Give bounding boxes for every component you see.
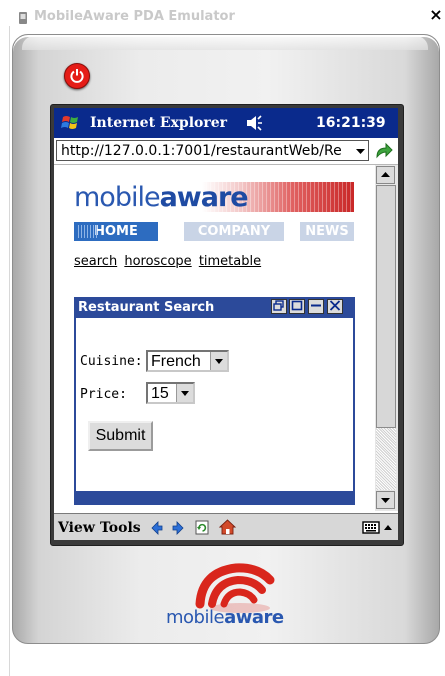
window-title: MobileAware PDA Emulator <box>34 9 235 24</box>
web-content: mobileaware HOME COMPANY NEWS search hor… <box>54 165 374 511</box>
cuisine-label: Cuisine: <box>80 354 143 369</box>
link-horoscope[interactable]: horoscope <box>124 254 191 269</box>
scroll-track[interactable] <box>376 428 396 490</box>
scroll-down-button[interactable] <box>376 491 395 509</box>
portlet-restore-button[interactable] <box>271 299 287 314</box>
scroll-thumb[interactable] <box>376 185 396 428</box>
mobileaware-logo-text: mobileaware <box>166 607 284 628</box>
cuisine-value: French <box>151 353 201 370</box>
portlet-body: Cuisine: French Price: 15 Submit <box>76 318 353 491</box>
brand-regular: mobile <box>74 182 161 213</box>
brand-bold: aware <box>159 182 249 213</box>
address-dropdown-icon[interactable] <box>353 142 368 159</box>
portlet-maximize-button[interactable] <box>289 299 305 314</box>
back-arrow-icon[interactable] <box>150 521 164 535</box>
window-title-bar: MobileAware PDA Emulator × <box>0 0 445 30</box>
nav-dots-graphic <box>78 225 98 238</box>
pda-title-bar: Internet Explorer 16:21:39 <box>54 108 398 138</box>
window-border <box>9 26 10 676</box>
device-highlight <box>22 36 428 50</box>
minimize-icon <box>311 304 321 307</box>
quick-links: search horoscope timetable <box>74 254 264 269</box>
cuisine-select[interactable]: French <box>146 350 229 372</box>
nav-home-label: HOME <box>94 224 138 239</box>
restore-icon <box>273 300 284 311</box>
keyboard-icon[interactable] <box>362 520 380 535</box>
submit-button[interactable]: Submit <box>88 421 153 451</box>
arrow-up-icon <box>381 172 390 177</box>
clock[interactable]: 16:21:39 <box>316 115 386 131</box>
scroll-up-button[interactable] <box>376 166 395 184</box>
logo-text-bold: aware <box>224 607 284 628</box>
link-search[interactable]: search <box>74 254 117 269</box>
speaker-icon[interactable] <box>245 114 263 132</box>
vertical-scrollbar[interactable] <box>375 165 398 511</box>
nav-company[interactable]: COMPANY <box>184 222 284 241</box>
menu-view[interactable]: View <box>58 520 95 536</box>
arrow-down-icon <box>381 498 390 503</box>
maximize-icon <box>291 300 303 311</box>
site-nav: HOME COMPANY NEWS <box>74 222 354 241</box>
address-input[interactable]: http://127.0.0.1:7001/restaurantWeb/Re <box>61 143 351 159</box>
price-select[interactable]: 15 <box>146 382 195 404</box>
menu-tools[interactable]: Tools <box>100 520 141 536</box>
forward-arrow-icon[interactable] <box>171 521 185 535</box>
nav-home[interactable]: HOME <box>74 222 158 241</box>
power-button[interactable] <box>64 63 90 89</box>
power-icon <box>70 69 84 83</box>
portlet-close-button[interactable] <box>327 299 343 314</box>
restaurant-search-portlet: Restaurant Search Cuisine: French Price: <box>74 297 355 505</box>
link-timetable[interactable]: timetable <box>199 254 261 269</box>
price-value: 15 <box>151 385 169 402</box>
address-bar[interactable]: http://127.0.0.1:7001/restaurantWeb/Re <box>56 140 369 161</box>
portlet-minimize-button[interactable] <box>308 299 324 314</box>
home-icon[interactable] <box>218 518 237 536</box>
close-icon <box>329 300 341 311</box>
brand-logo: mobileaware <box>74 182 249 213</box>
command-bar: View Tools <box>54 513 398 540</box>
nav-news-label: NEWS <box>305 224 349 239</box>
windows-start-icon[interactable] <box>60 113 82 133</box>
emulator-app-icon <box>19 12 27 24</box>
logo-text-regular: mobile <box>166 607 225 628</box>
price-label: Price: <box>80 387 127 402</box>
nav-news[interactable]: NEWS <box>300 222 354 241</box>
chevron-down-icon <box>176 384 193 402</box>
chevron-down-icon <box>210 352 227 370</box>
refresh-icon[interactable] <box>194 519 211 536</box>
input-panel-arrow-icon[interactable] <box>383 523 393 531</box>
portlet-title: Restaurant Search <box>78 300 215 315</box>
nav-company-label: COMPANY <box>197 224 271 239</box>
go-arrow-icon[interactable] <box>374 142 394 160</box>
pda-screen: Internet Explorer 16:21:39 http://127.0.… <box>54 108 398 540</box>
window-close-button[interactable]: × <box>428 7 444 23</box>
app-title: Internet Explorer <box>90 115 228 131</box>
